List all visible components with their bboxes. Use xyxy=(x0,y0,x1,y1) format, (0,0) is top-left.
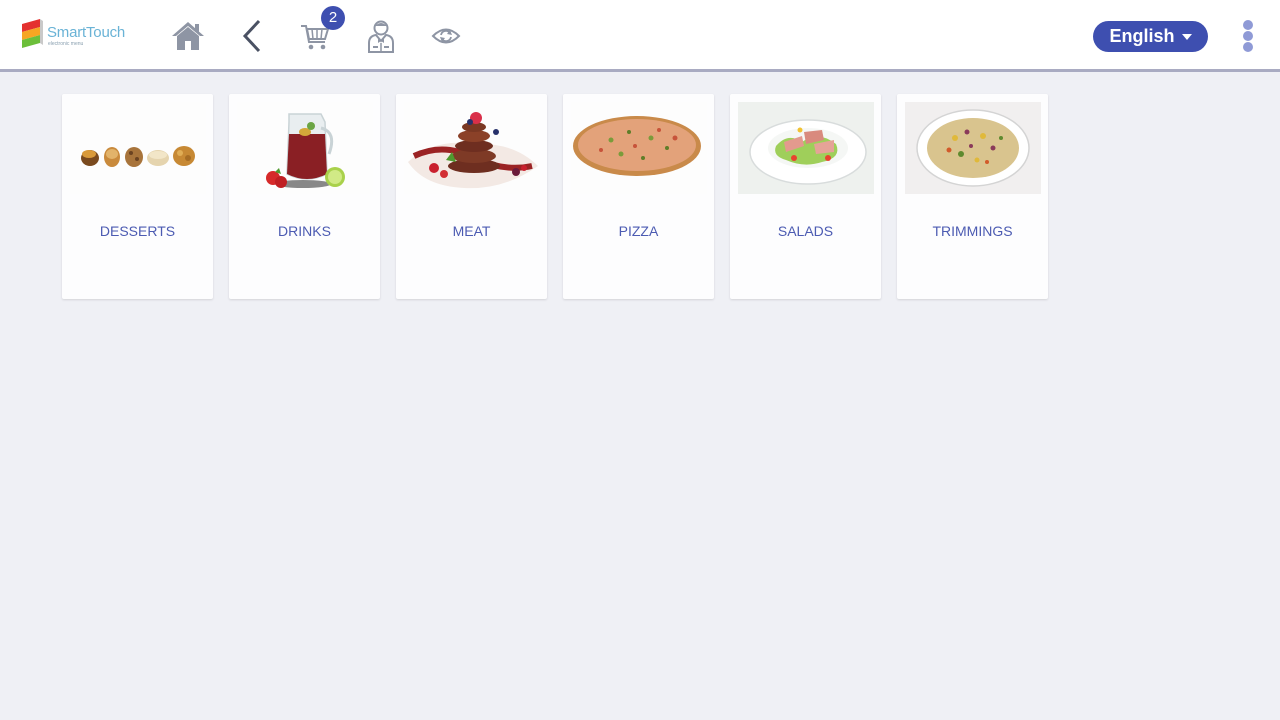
caret-down-icon xyxy=(1181,33,1192,40)
cart-count-badge: 2 xyxy=(321,6,345,30)
home-button[interactable] xyxy=(166,14,210,58)
home-icon xyxy=(172,22,204,50)
more-options-button[interactable] xyxy=(1236,18,1260,54)
eye-refresh-icon xyxy=(431,28,461,44)
chevron-left-icon xyxy=(242,19,261,53)
brand-name: SmartTouch xyxy=(47,24,126,41)
back-button[interactable] xyxy=(230,14,274,58)
category-grid: DESSERTS DRINKS MEAT PIZZA SALADS TRIMMI… xyxy=(62,94,1062,304)
desserts-image xyxy=(70,102,206,194)
category-label: TRIMMINGS xyxy=(932,223,1013,239)
salads-image xyxy=(738,102,874,194)
top-bar: SmartTouch electronic menu 2 English xyxy=(0,0,1280,72)
trimmings-image xyxy=(905,102,1041,194)
meat-image xyxy=(404,102,540,194)
dot-icon xyxy=(1243,31,1253,41)
category-card-salads[interactable]: SALADS xyxy=(730,94,881,299)
category-card-trimmings[interactable]: TRIMMINGS xyxy=(897,94,1048,299)
logo-mark-icon xyxy=(22,19,43,48)
category-card-meat[interactable]: MEAT xyxy=(396,94,547,299)
category-label: PIZZA xyxy=(618,223,659,239)
pizza-image xyxy=(571,102,707,194)
dot-icon xyxy=(1243,20,1253,30)
logo: SmartTouch electronic menu xyxy=(20,18,130,54)
category-card-drinks[interactable]: DRINKS xyxy=(229,94,380,299)
category-card-pizza[interactable]: PIZZA xyxy=(563,94,714,299)
category-label: DESSERTS xyxy=(99,223,176,239)
waiter-icon xyxy=(368,20,394,53)
category-card-desserts[interactable]: DESSERTS xyxy=(62,94,213,299)
language-selector[interactable]: English xyxy=(1093,21,1208,52)
category-label: SALADS xyxy=(777,223,834,239)
view-toggle-button[interactable] xyxy=(424,14,468,58)
brand-tagline: electronic menu xyxy=(48,41,84,47)
category-label: MEAT xyxy=(452,223,491,239)
dot-icon xyxy=(1243,42,1253,52)
drinks-image xyxy=(237,102,373,194)
call-waiter-button[interactable] xyxy=(359,14,403,58)
language-label: English xyxy=(1109,26,1175,46)
category-label: DRINKS xyxy=(278,223,331,239)
